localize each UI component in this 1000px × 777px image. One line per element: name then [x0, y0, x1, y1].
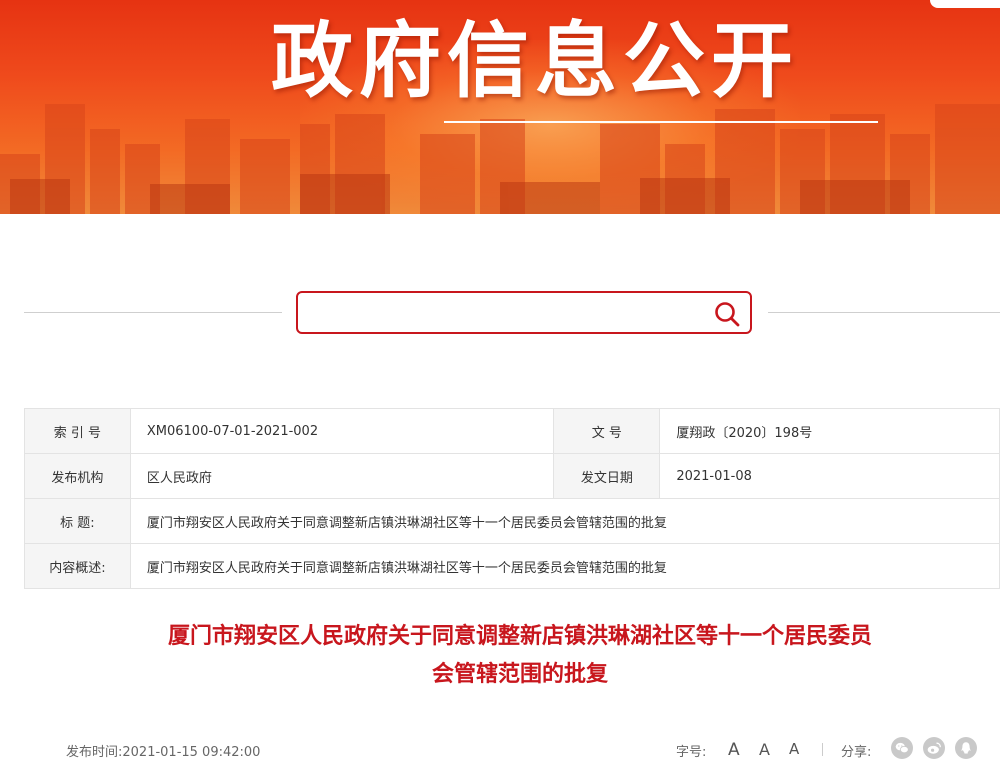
qq-icon: [961, 742, 971, 754]
doc-no-label: 文 号: [553, 408, 661, 454]
font-size-large-button[interactable]: A: [728, 740, 740, 760]
issuer-label: 发布机构: [24, 453, 131, 499]
search-button[interactable]: [712, 299, 742, 329]
banner-corner-mark: [930, 0, 1000, 8]
document-info-table: 索 引 号 XM06100-07-01-2021-002 文 号 厦翔政〔202…: [24, 408, 1000, 589]
share-wechat-button[interactable]: [891, 737, 913, 759]
meta-divider: [822, 743, 823, 756]
doc-no-value: 厦翔政〔2020〕198号: [659, 408, 1000, 454]
banner-title: 政府信息公开: [270, 14, 799, 109]
share-label: 分享:: [841, 745, 872, 760]
city-skyline-image: [0, 104, 1000, 214]
summary-label: 内容概述:: [24, 543, 131, 589]
issue-date-value: 2021-01-08: [659, 453, 1000, 499]
table-row: 标 题: 厦门市翔安区人民政府关于同意调整新店镇洪琳湖社区等十一个居民委员会管辖…: [24, 498, 1000, 544]
index-no-label: 索 引 号: [24, 408, 131, 454]
title-value: 厦门市翔安区人民政府关于同意调整新店镇洪琳湖社区等十一个居民委员会管辖范围的批复: [129, 498, 1000, 544]
issuer-value: 区人民政府: [129, 453, 555, 499]
search-divider-left: [24, 312, 282, 313]
font-size-medium-button[interactable]: A: [759, 740, 770, 759]
banner-title-underline: [444, 121, 878, 123]
summary-value: 厦门市翔安区人民政府关于同意调整新店镇洪琳湖社区等十一个居民委员会管辖范围的批复: [129, 543, 1000, 589]
search-divider-right: [768, 312, 1000, 313]
article-title-line-1: 厦门市翔安区人民政府关于同意调整新店镇洪琳湖社区等十一个居民委员: [167, 624, 872, 649]
font-size-small-button[interactable]: A: [789, 740, 799, 758]
title-label: 标 题:: [24, 498, 131, 544]
font-size-label: 字号:: [676, 745, 707, 760]
weibo-icon: [927, 742, 941, 754]
article-title: 厦门市翔安区人民政府关于同意调整新店镇洪琳湖社区等十一个居民委员 会管辖范围的批…: [40, 618, 1000, 694]
page: 政府信息公开 索 引 号 XM06100-07-01-2021-002 文 号 …: [0, 0, 1000, 777]
share-qq-button[interactable]: [955, 737, 977, 759]
search-icon: [715, 302, 740, 327]
article-meta-bar: 发布时间:2021-01-15 09:42:00 字号: A A A 分享:: [0, 735, 1000, 765]
header-banner: 政府信息公开: [0, 0, 1000, 214]
search-box: [296, 291, 752, 334]
index-no-value: XM06100-07-01-2021-002: [129, 408, 555, 454]
article-title-line-2: 会管辖范围的批复: [431, 662, 608, 687]
search-input[interactable]: [308, 301, 698, 325]
table-row: 索 引 号 XM06100-07-01-2021-002 文 号 厦翔政〔202…: [24, 408, 1000, 454]
table-row: 发布机构 区人民政府 发文日期 2021-01-08: [24, 453, 1000, 499]
publish-time: 发布时间:2021-01-15 09:42:00: [66, 745, 261, 760]
issue-date-label: 发文日期: [553, 453, 661, 499]
wechat-icon: [895, 742, 909, 754]
share-weibo-button[interactable]: [923, 737, 945, 759]
table-row: 内容概述: 厦门市翔安区人民政府关于同意调整新店镇洪琳湖社区等十一个居民委员会管…: [24, 543, 1000, 589]
